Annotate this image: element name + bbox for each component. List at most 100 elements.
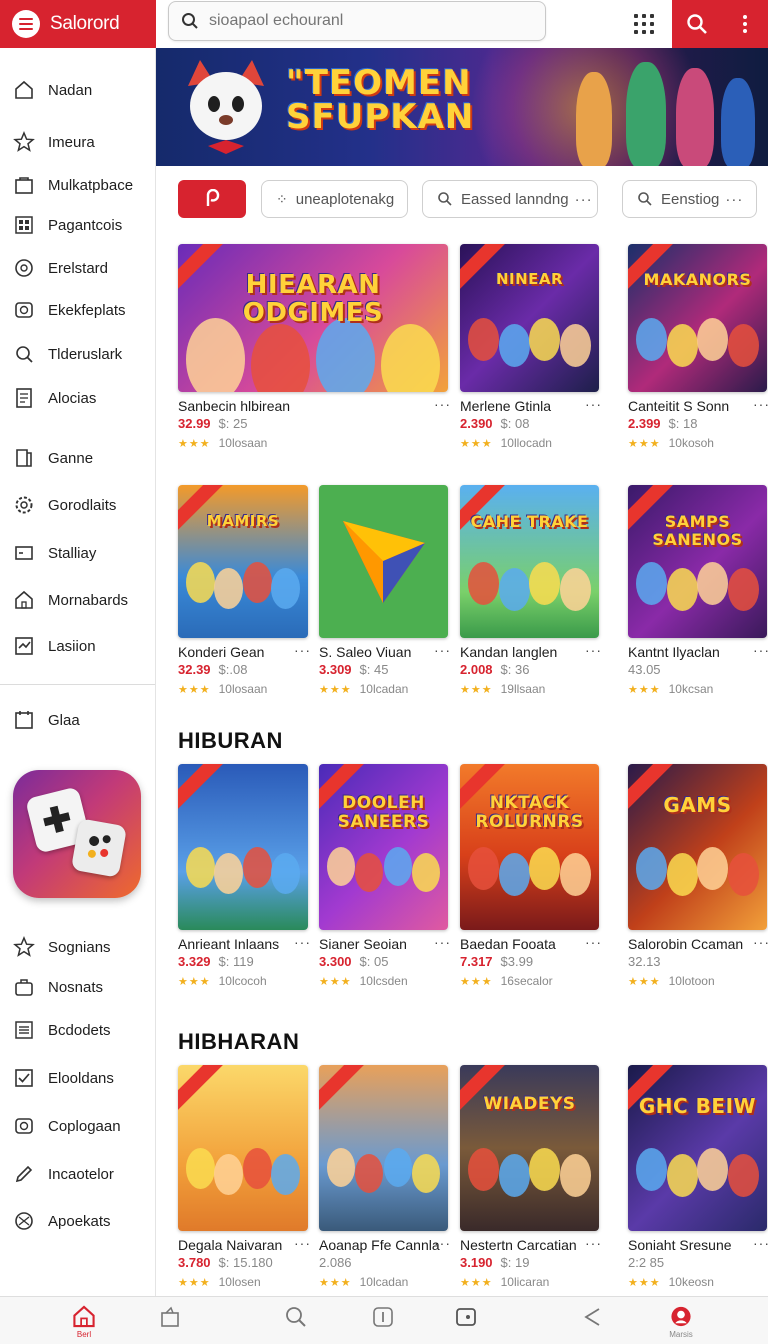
app-thumbnail[interactable]: NKTACK ROLURNRS bbox=[460, 764, 599, 930]
app-card-title: Aoanap Ffe Cannla bbox=[319, 1237, 440, 1253]
filter-chip[interactable]: ⁘ uneaplotenakg bbox=[261, 180, 408, 218]
ticket-icon bbox=[13, 542, 35, 564]
sidebar-item-erelstard[interactable]: Erelstard bbox=[0, 250, 155, 286]
sidebar-item-lasiion[interactable]: Lasiion bbox=[0, 628, 155, 664]
card-more-icon[interactable]: ··· bbox=[585, 396, 602, 412]
character-figure bbox=[728, 568, 759, 611]
kebab-menu-icon[interactable] bbox=[735, 15, 755, 33]
sidebar-item-stalliay[interactable]: Stalliay bbox=[0, 535, 155, 571]
search-icon[interactable] bbox=[686, 13, 708, 35]
app-card-price: 3.190 $: 19 bbox=[460, 1255, 530, 1270]
nav-profile[interactable]: Marsis bbox=[661, 1305, 701, 1339]
sidebar-item-nadan[interactable]: Nadan bbox=[0, 72, 155, 108]
app-thumbnail[interactable]: SAMPS SANENOS bbox=[628, 485, 767, 638]
sidebar-item-incaotelor[interactable]: Incaotelor bbox=[0, 1156, 155, 1192]
chart-icon bbox=[13, 635, 35, 657]
sidebar-item-alocias[interactable]: Alocias bbox=[0, 380, 155, 416]
apps-grid-icon[interactable] bbox=[628, 8, 660, 40]
card-more-icon[interactable]: ··· bbox=[753, 396, 768, 412]
filter-chip[interactable]: Eassed lanndng ··· bbox=[422, 180, 598, 218]
app-card-price: 32.39 $:.08 bbox=[178, 662, 248, 677]
card-more-icon[interactable]: ··· bbox=[294, 642, 311, 658]
menu-icon[interactable] bbox=[12, 10, 40, 38]
sidebar-item-label: Sognians bbox=[48, 938, 111, 956]
nav-wallet[interactable] bbox=[446, 1305, 486, 1339]
document-icon bbox=[13, 387, 35, 409]
character-figure bbox=[271, 853, 300, 894]
app-card-price: 7.317 $3.99 bbox=[460, 954, 534, 969]
sidebar-item-mulkatpbace[interactable]: Mulkatpbace bbox=[0, 167, 155, 203]
camera-icon bbox=[13, 299, 35, 321]
sidebar-item-tlderuslark[interactable]: Tlderuslark bbox=[0, 336, 155, 372]
sidebar-item-apoekats[interactable]: Apoekats bbox=[0, 1203, 155, 1239]
sidebar-item-glaa[interactable]: Glaa bbox=[0, 702, 155, 738]
character-figure bbox=[636, 847, 667, 890]
app-thumbnail[interactable]: MAMIRS bbox=[178, 485, 308, 638]
nav-store[interactable] bbox=[150, 1305, 190, 1339]
app-thumbnail[interactable]: NINEAR bbox=[460, 244, 599, 392]
card-more-icon[interactable]: ··· bbox=[585, 642, 602, 658]
sidebar-item-nosnats[interactable]: Nosnats bbox=[0, 969, 155, 1005]
sidebar-item-imeura[interactable]: Imeura bbox=[0, 124, 155, 160]
card-more-icon[interactable]: ··· bbox=[585, 934, 602, 950]
app-thumbnail[interactable]: MAKANORS bbox=[628, 244, 767, 392]
app-thumbnail[interactable]: HIEARAN ODGIMES bbox=[178, 244, 448, 392]
shuffle-icon: ⁘ bbox=[276, 190, 288, 207]
sidebar-item-gorodlaits[interactable]: Gorodlaits bbox=[0, 487, 155, 523]
corner-ribbon bbox=[178, 1065, 230, 1116]
character-figure bbox=[355, 1154, 383, 1193]
sidebar-item-elooldans[interactable]: Elooldans bbox=[0, 1060, 155, 1096]
app-thumbnail[interactable] bbox=[178, 764, 308, 930]
app-thumbnail[interactable]: GAMS bbox=[628, 764, 767, 930]
card-more-icon[interactable]: ··· bbox=[753, 934, 768, 950]
hero-banner[interactable]: "TEOMEN SFUPKAN bbox=[156, 48, 768, 166]
bottom-nav: Berl Marsis bbox=[0, 1296, 768, 1344]
sidebar-item-coplogaan[interactable]: Coplogaan bbox=[0, 1108, 155, 1144]
app-thumbnail[interactable]: WIADEYS bbox=[460, 1065, 599, 1231]
app-thumbnail[interactable]: CAHE TRAKE bbox=[460, 485, 599, 638]
sidebar-item-sognians[interactable]: Sognians bbox=[0, 929, 155, 965]
card-more-icon[interactable]: ··· bbox=[434, 642, 451, 658]
app-thumbnail[interactable] bbox=[319, 485, 448, 638]
app-thumbnail[interactable] bbox=[178, 1065, 308, 1231]
sidebar-item-pagantcois[interactable]: Pagantcois bbox=[0, 207, 155, 243]
card-more-icon[interactable]: ··· bbox=[434, 396, 451, 412]
nav-search[interactable] bbox=[276, 1305, 316, 1339]
gamepad-icon bbox=[70, 818, 128, 878]
card-more-icon[interactable]: ··· bbox=[434, 1235, 451, 1251]
app-thumbnail[interactable]: DOOLEH SANEERS bbox=[319, 764, 448, 930]
sidebar-item-label: Pagantcois bbox=[48, 216, 123, 234]
card-more-icon[interactable]: ··· bbox=[294, 1235, 311, 1251]
character-figure bbox=[636, 318, 667, 361]
card-more-icon[interactable]: ··· bbox=[585, 1235, 602, 1251]
sidebar-item-label: Tlderuslark bbox=[48, 345, 123, 363]
header-actions bbox=[672, 0, 768, 48]
app-thumbnail[interactable] bbox=[319, 1065, 448, 1231]
sidebar-divider bbox=[0, 684, 155, 685]
sidebar-item-label: Stalliay bbox=[48, 544, 97, 562]
app-card-title: Merlene Gtinla bbox=[460, 398, 552, 414]
sidebar-item-ganne[interactable]: Ganne bbox=[0, 440, 155, 476]
sidebar-item-bcdodets[interactable]: Bcdodets bbox=[0, 1012, 155, 1048]
app-card-title: Soniaht Sresune bbox=[628, 1237, 732, 1253]
star-icon bbox=[13, 936, 35, 958]
sidebar-item-ekekfeplats[interactable]: Ekekfeplats bbox=[0, 292, 155, 328]
sidebar-item-mornabards[interactable]: Mornabards bbox=[0, 582, 155, 618]
card-more-icon[interactable]: ··· bbox=[753, 642, 768, 658]
search-input[interactable] bbox=[209, 12, 529, 30]
card-more-icon[interactable]: ··· bbox=[434, 934, 451, 950]
card-more-icon[interactable]: ··· bbox=[753, 1235, 768, 1251]
app-thumbnail[interactable]: GHC BEIW bbox=[628, 1065, 767, 1231]
search-bar[interactable] bbox=[168, 1, 546, 41]
app-card-title: Baedan Fooata bbox=[460, 936, 556, 952]
featured-app-icon[interactable] bbox=[13, 770, 141, 898]
nav-share[interactable] bbox=[572, 1305, 612, 1339]
corner-ribbon bbox=[319, 1065, 371, 1116]
nav-home[interactable]: Berl bbox=[64, 1305, 104, 1339]
nav-info[interactable] bbox=[363, 1305, 403, 1339]
filter-chip-active[interactable] bbox=[178, 180, 246, 218]
character-figure bbox=[560, 568, 591, 611]
app-card-price: 2.008 $: 36 bbox=[460, 662, 530, 677]
card-more-icon[interactable]: ··· bbox=[294, 934, 311, 950]
filter-chip[interactable]: Eenstiog ··· bbox=[622, 180, 757, 218]
